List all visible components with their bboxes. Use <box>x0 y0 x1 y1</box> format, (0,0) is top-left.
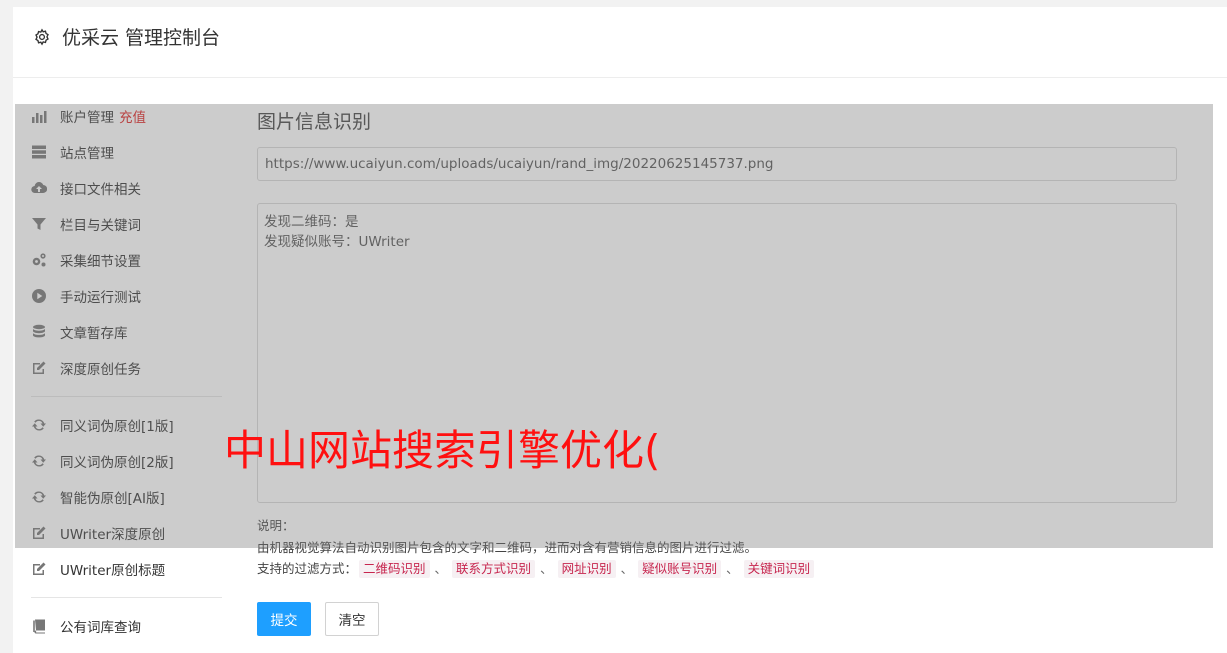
edit-icon <box>30 561 48 577</box>
filter-separator: 、 <box>540 561 553 576</box>
clear-button[interactable]: 清空 <box>325 602 379 636</box>
filters-label: 支持的过滤方式： <box>257 561 358 576</box>
filter-tag: 二维码识别 <box>359 560 430 578</box>
filter-tag: 关键词识别 <box>743 560 815 578</box>
header-bar: 优采云 管理控制台 <box>13 7 1227 78</box>
sidebar-item-uwriter-title[interactable]: UWriter原创标题 <box>30 557 165 581</box>
filter-methods: 支持的过滤方式： 二维码识别 、 联系方式识别 、 网址识别 、 疑似账号识别 … <box>257 559 816 579</box>
gear-icon <box>33 28 51 46</box>
gray-overlay <box>15 104 1213 548</box>
sidebar-item-public-lexicon[interactable]: 公有词库查询 <box>30 614 141 638</box>
page-title: 优采云 管理控制台 <box>62 27 221 49</box>
sidebar-item-label: UWriter原创标题 <box>60 563 166 579</box>
sidebar-divider <box>31 597 222 598</box>
sidebar-item-label: 公有词库查询 <box>60 620 141 636</box>
book-icon <box>30 618 48 634</box>
filter-separator: 、 <box>434 561 448 576</box>
filter-tag: 网址识别 <box>557 560 616 578</box>
filter-separator: 、 <box>620 561 634 576</box>
filter-tag: 疑似账号识别 <box>638 560 722 578</box>
filter-separator: 、 <box>726 561 739 576</box>
submit-button[interactable]: 提交 <box>257 602 311 636</box>
filter-tag: 联系方式识别 <box>452 560 536 578</box>
overlay-caption: 中山网站搜索引擎优化( <box>224 426 661 475</box>
